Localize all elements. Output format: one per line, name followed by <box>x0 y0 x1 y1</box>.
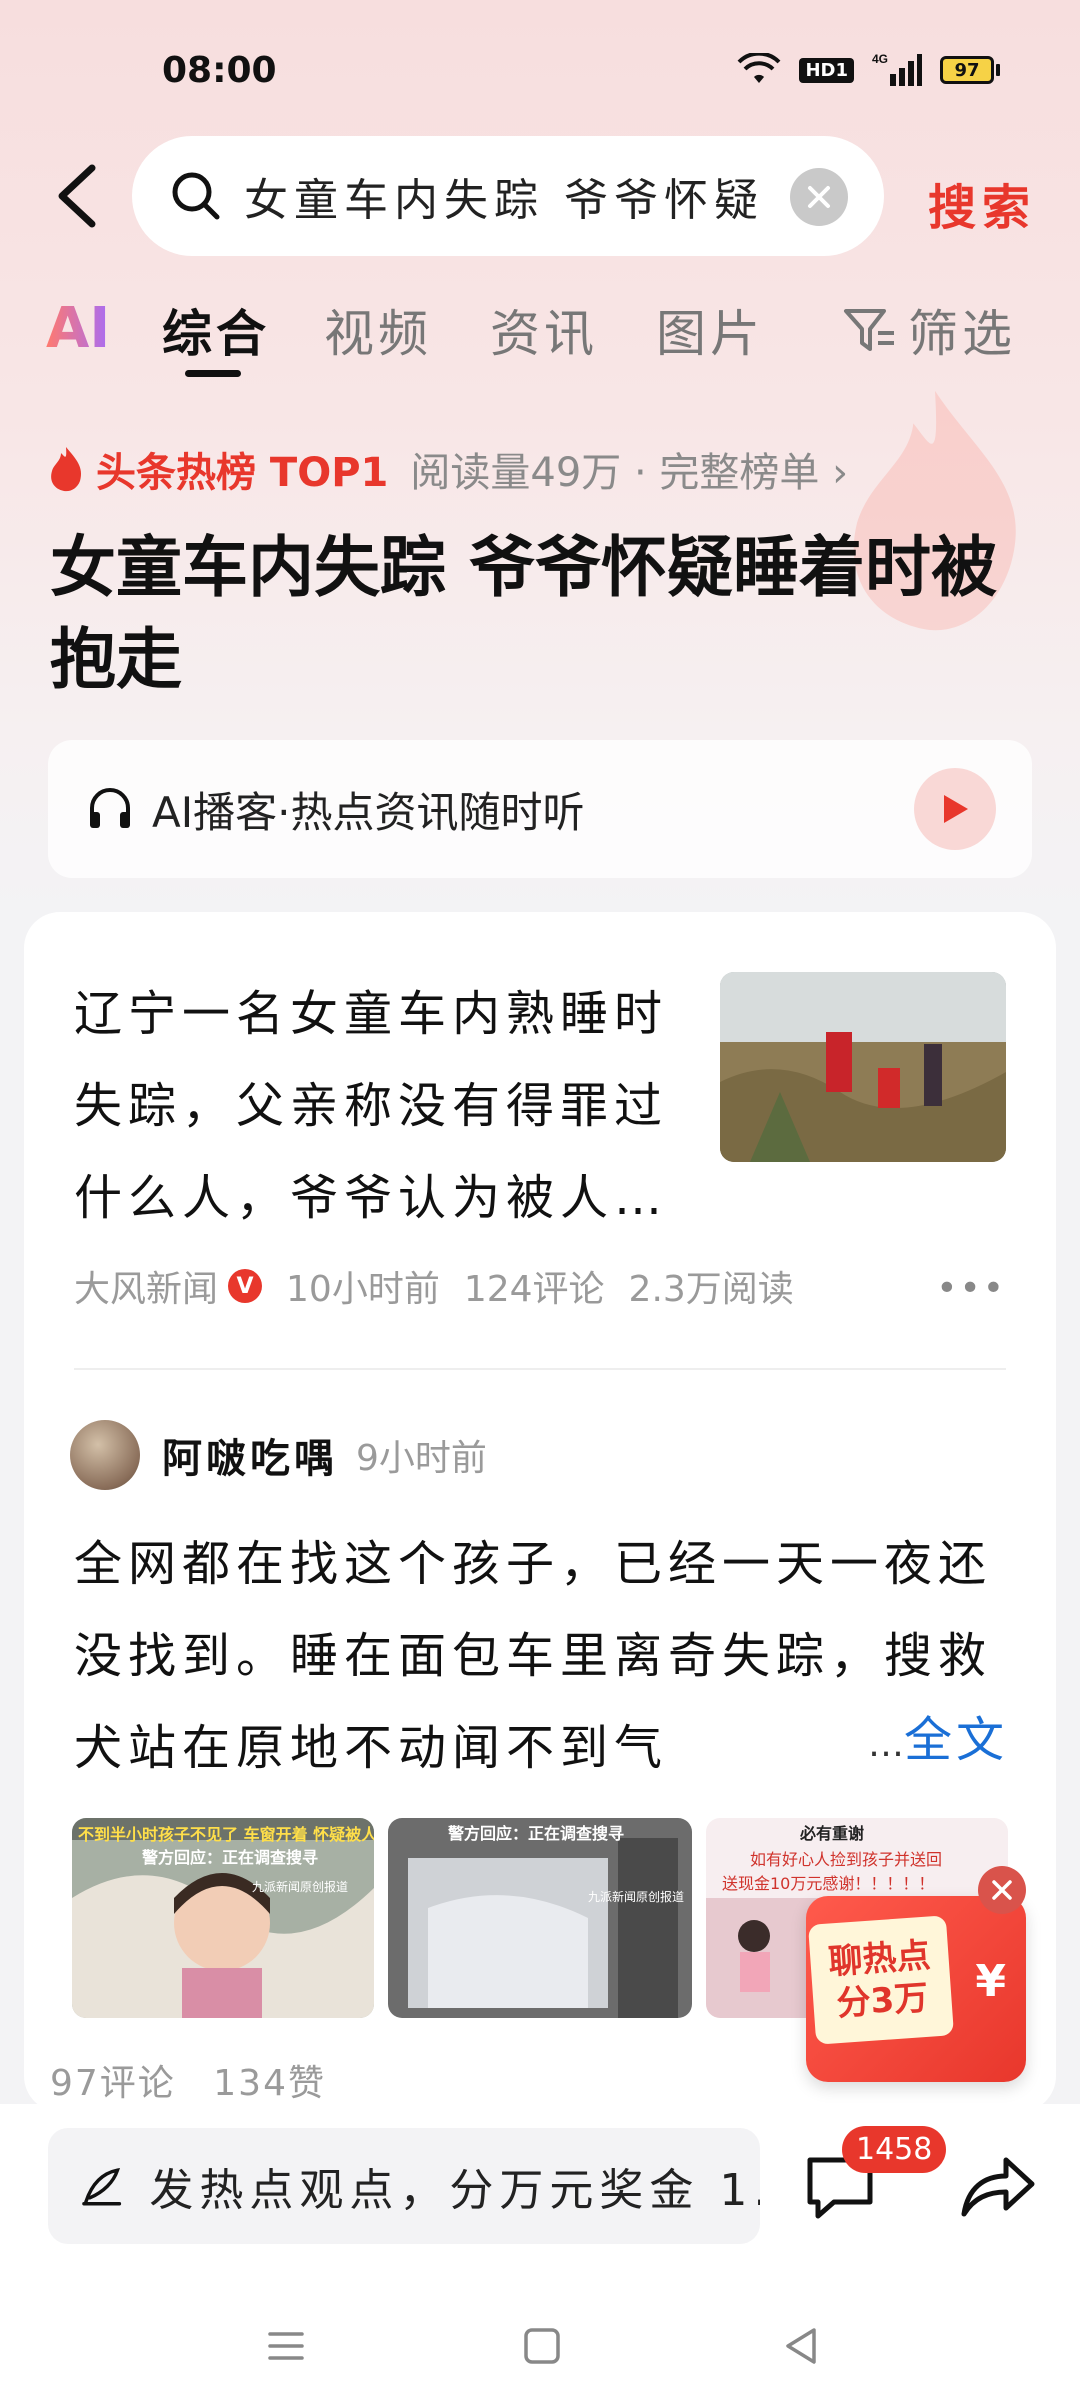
article-comments: 124评论 <box>463 1269 605 1310</box>
close-icon <box>808 186 830 208</box>
ai-podcast-bar[interactable]: AI播客·热点资讯随时听 <box>48 740 1032 878</box>
search-input[interactable]: 女童车内失踪 爷爷怀疑 <box>132 136 884 256</box>
article-meta: 大风新闻 V 10小时前 124评论 2.3万阅读 <box>74 1260 794 1312</box>
pen-icon <box>82 2167 122 2206</box>
article-photo <box>720 972 1006 1162</box>
post-image-1[interactable]: 不到半小时孩子不见了 车窗开着 怀疑被人抱走 警方回应：正在调查搜寻 九派新闻原… <box>72 1818 374 2018</box>
tab-filter-label: 筛选 <box>908 305 1016 363</box>
post-author-row[interactable]: 阿啵吃喁 9小时前 <box>70 1420 487 1490</box>
play-button[interactable] <box>914 768 996 850</box>
post-author[interactable]: 阿啵吃喁 <box>162 1426 338 1484</box>
full-text-label: 全文 <box>904 1712 1009 1768</box>
ellipsis: … <box>868 1724 904 1765</box>
image-3-caption-1: 必有重谢 <box>800 1824 865 1843</box>
battery-level: 97 <box>940 56 994 84</box>
image-1-caption-1: 不到半小时孩子不见了 车窗开着 怀疑被人抱走 <box>78 1825 374 1844</box>
svg-text:4G: 4G <box>872 52 888 66</box>
post-likes[interactable]: 134赞 <box>213 2063 326 2104</box>
battery-icon: 97 <box>940 56 1000 84</box>
comment-input[interactable]: 发热点观点，分万元奖金 1. <box>48 2128 760 2244</box>
share-icon[interactable] <box>958 2148 1038 2224</box>
article-time: 10小时前 <box>286 1269 440 1310</box>
status-bar: 08:00 HD1 4G 97 <box>0 0 1080 140</box>
clear-search-button[interactable] <box>790 168 848 226</box>
comment-placeholder: 发热点观点，分万元奖金 1. <box>149 2165 760 2216</box>
promo-card: 聊热点 分3万 <box>807 1915 955 2045</box>
system-nav-bar <box>0 2294 1080 2394</box>
search-query[interactable]: 女童车内失踪 爷爷怀疑 <box>244 164 764 228</box>
post-image-2[interactable]: 警方回应：正在调查搜寻 九派新闻原创报道 <box>388 1818 692 2018</box>
van-interior-photo <box>388 1818 692 2018</box>
play-icon <box>944 795 968 823</box>
post-stats: 97评论 134赞 <box>50 2054 326 2106</box>
search-icon <box>172 172 220 220</box>
menu-icon[interactable] <box>256 2316 316 2376</box>
more-options-button[interactable]: ••• <box>936 1268 1006 1309</box>
hot-list-meta[interactable]: 阅读量49万 · 完整榜单 › <box>410 440 848 498</box>
tab-filter[interactable]: 筛选 <box>842 294 1016 366</box>
article-title[interactable]: 辽宁一名女童车内熟睡时失踪，父亲称没有得罪过什么人，爷爷认为被人… <box>74 968 714 1244</box>
verified-badge-icon: V <box>228 1269 263 1303</box>
search-tabs: 综合 视频 资讯 图片 筛选 <box>0 290 1080 380</box>
headphones-icon <box>90 788 130 828</box>
image-3-caption-3: 送现金10万元感谢！！！！！ <box>722 1874 935 1893</box>
post-comments[interactable]: 97评论 <box>50 2063 176 2104</box>
close-promo-button[interactable] <box>978 1866 1026 1914</box>
tab-video[interactable]: 视频 <box>324 294 432 366</box>
avatar[interactable] <box>70 1420 140 1490</box>
hot-headline[interactable]: 女童车内失踪 爷爷怀疑睡着时被抱走 <box>50 522 1010 706</box>
wifi-icon <box>738 53 781 83</box>
back-icon[interactable] <box>772 2316 832 2376</box>
bottom-bar: 发热点观点，分万元奖金 1. 1458 <box>0 2104 1080 2400</box>
image-1-watermark: 九派新闻原创报道 <box>252 1880 349 1894</box>
image-3-caption-2: 如有好心人捡到孩子并送回 <box>750 1850 943 1869</box>
article-thumbnail[interactable] <box>720 972 1006 1162</box>
hd-badge: HD1 <box>799 57 854 83</box>
yen-icon: ¥ <box>975 1956 1006 2007</box>
back-arrow-icon[interactable] <box>48 160 108 232</box>
fire-icon <box>51 447 82 492</box>
article-source[interactable]: 大风新闻 <box>74 1260 218 1312</box>
tab-news[interactable]: 资讯 <box>490 294 598 366</box>
promo-line-2: 分3万 <box>835 1977 930 2025</box>
hot-list-title: 头条热榜 TOP1 <box>96 450 389 496</box>
image-2-watermark: 九派新闻原创报道 <box>588 1890 685 1904</box>
filter-icon <box>844 309 894 351</box>
active-tab-indicator <box>185 370 241 377</box>
image-1-caption-2: 警方回应：正在调查搜寻 <box>142 1848 319 1867</box>
comment-count-badge: 1458 <box>842 2126 947 2173</box>
home-icon[interactable] <box>512 2316 572 2376</box>
read-full-link[interactable]: …全文 <box>860 1700 1009 1770</box>
hot-list-badge[interactable]: 头条热榜 TOP1 阅读量49万 · 完整榜单 › <box>46 440 848 498</box>
hot-topic-promo[interactable]: 聊热点 分3万 ¥ <box>806 1896 1026 2082</box>
post-time: 9小时前 <box>356 1438 487 1479</box>
tab-comprehensive[interactable]: 综合 <box>162 294 270 366</box>
tab-images[interactable]: 图片 <box>656 294 764 366</box>
signal-icon: 4G <box>872 52 922 86</box>
divider <box>74 1368 1006 1370</box>
close-icon <box>992 1880 1012 1900</box>
promo-line-1: 聊热点 <box>827 1935 932 1983</box>
clock: 08:00 <box>162 50 277 91</box>
search-button[interactable]: 搜索 <box>928 168 1036 238</box>
status-icons: HD1 4G 97 <box>737 52 1000 88</box>
podcast-label: AI播客·热点资讯随时听 <box>152 787 585 837</box>
image-2-caption: 警方回应：正在调查搜寻 <box>448 1824 625 1843</box>
article-reads: 2.3万阅读 <box>628 1269 794 1310</box>
